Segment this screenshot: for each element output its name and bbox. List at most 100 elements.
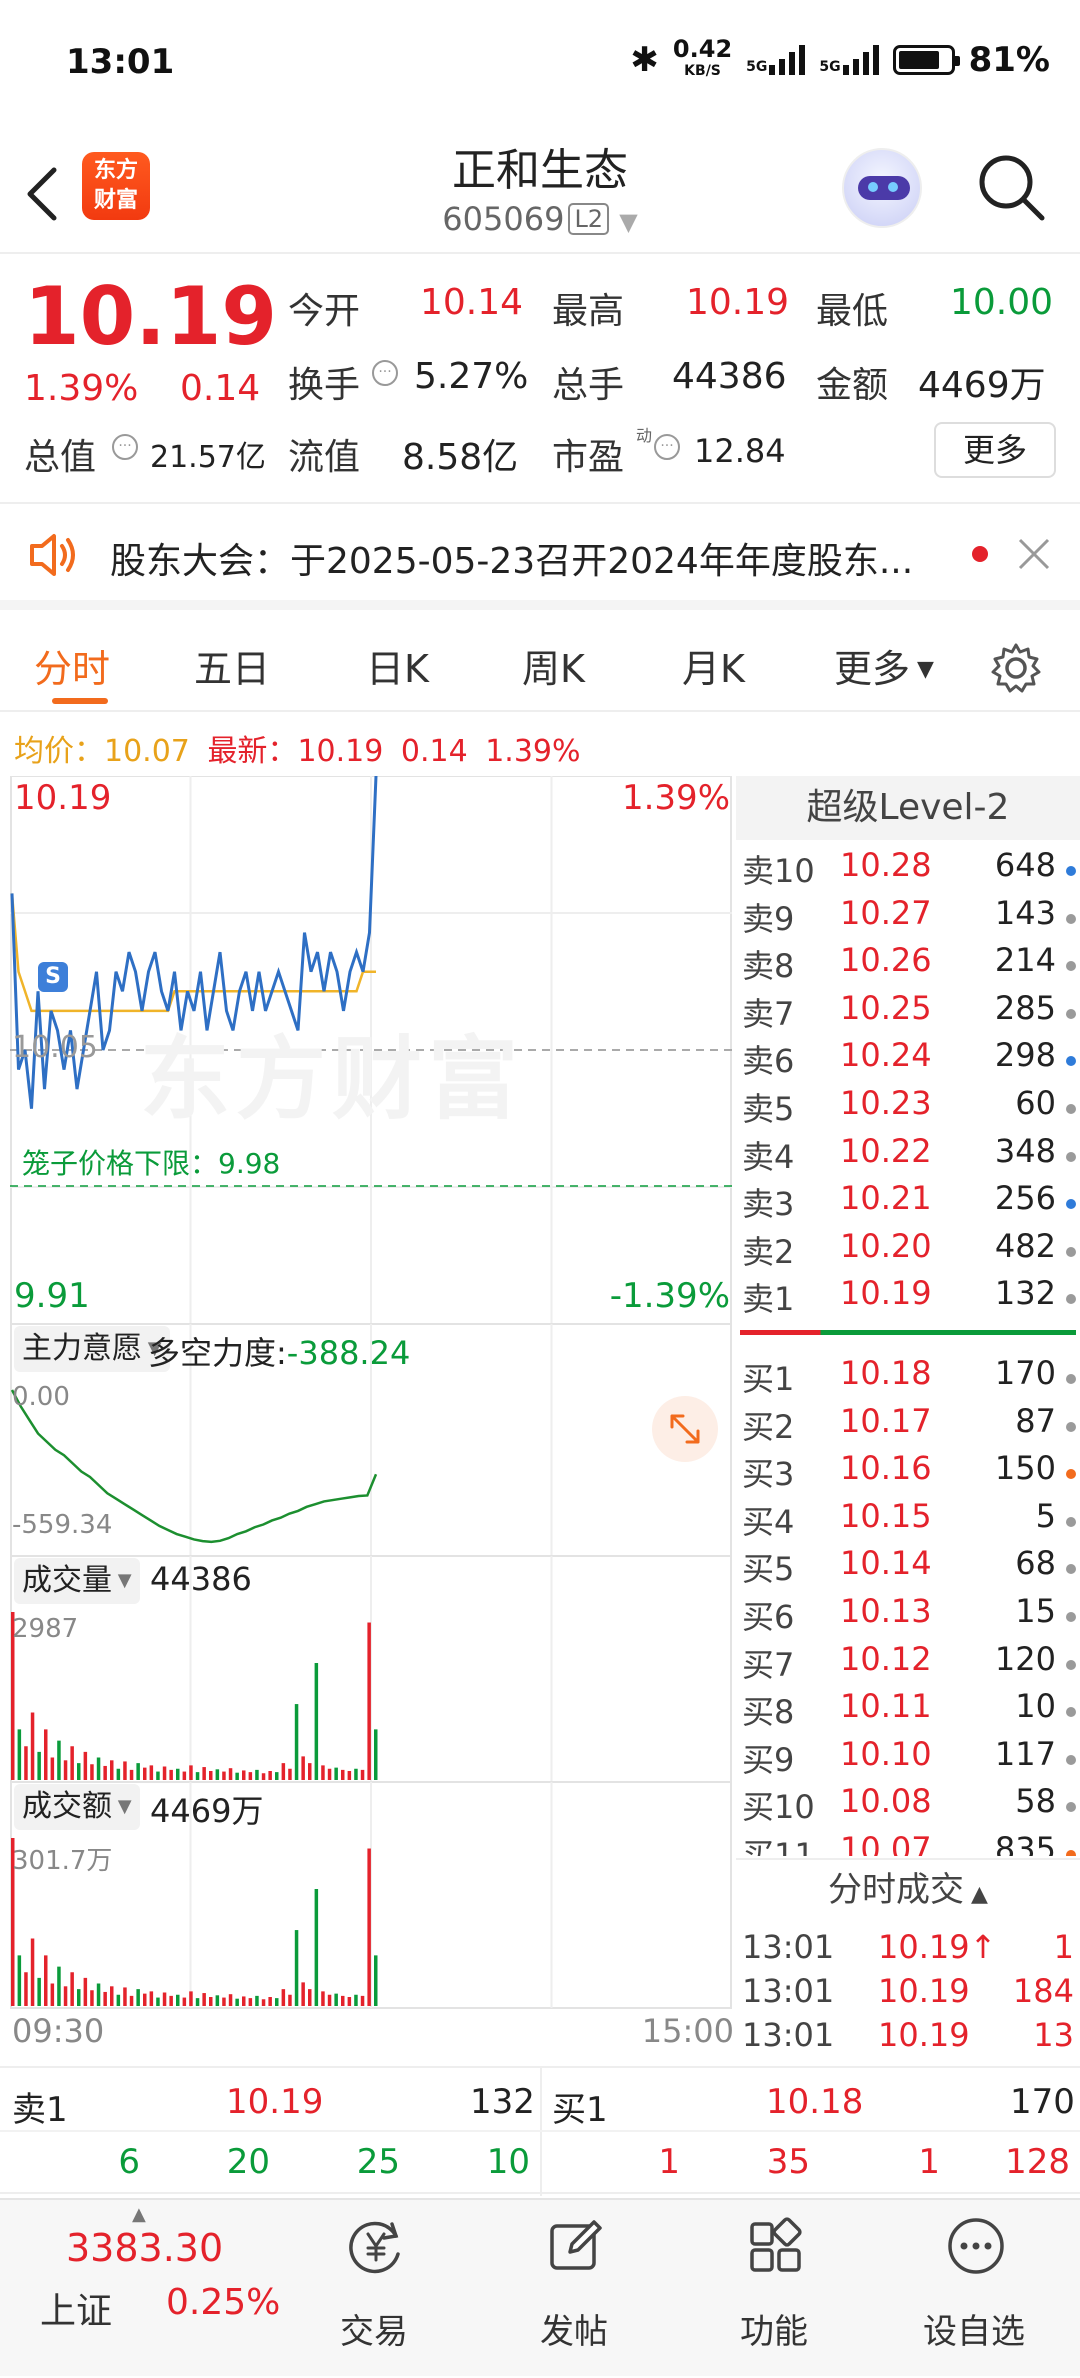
amount-bar (367, 1848, 371, 2006)
tab-more[interactable]: 更多 ▼ (834, 638, 934, 693)
level-qty: 120 (994, 1639, 1056, 1678)
volume-bar (255, 1769, 259, 1780)
volume-bar (360, 1769, 365, 1780)
bid-row[interactable]: 买3 10.16 150 (736, 1449, 1080, 1497)
high-value: 10.19 (686, 282, 790, 323)
level-price: 10.10 (840, 1734, 932, 1773)
functions-grid-icon (750, 2217, 802, 2272)
sell-detail: 20 (226, 2142, 270, 2182)
level-qty: 117 (994, 1734, 1056, 1773)
tab-week-k[interactable]: 周K (522, 638, 585, 693)
bid-row[interactable]: 买6 10.13 15 (736, 1592, 1080, 1640)
trade-row: 13:01 10.19 13 (736, 2016, 1080, 2064)
status-time: 13:01 (66, 42, 175, 82)
info-dots-icon[interactable]: ··· (112, 434, 138, 460)
volume-bar (301, 1756, 305, 1780)
bid-row[interactable]: 买1 10.18 170 (736, 1354, 1080, 1402)
more-button[interactable]: 更多 (934, 422, 1056, 478)
bid-row[interactable]: 买10 10.08 58 (736, 1782, 1080, 1830)
info-dots-icon[interactable]: ··· (654, 434, 680, 460)
settings-gear-icon[interactable] (990, 642, 1042, 694)
volume-selector[interactable]: 成交量 ▼ (14, 1558, 140, 1604)
tab-intraday[interactable]: 分时 (34, 638, 110, 693)
buy1-label: 买1 (552, 2090, 608, 2130)
bid-row[interactable]: 买5 10.14 68 (736, 1544, 1080, 1592)
indicator-selector[interactable]: 主力意愿 ▼ (14, 1326, 170, 1372)
tab-day-k[interactable]: 日K (366, 638, 429, 693)
order-dot-icon (1066, 1850, 1076, 1856)
amount-bar (176, 1994, 180, 2006)
level-label: 买11 (742, 1836, 815, 1856)
status-icons: ✱ 0.42 KB/S 5G 5G 81% (630, 37, 1050, 80)
chart-bottom-price: 9.91 (14, 1276, 90, 1316)
more-dots-icon (948, 2218, 1004, 2274)
sell1-qty: 132 (470, 2082, 535, 2122)
amount-bar (63, 1986, 68, 2006)
volume-bar (235, 1772, 239, 1780)
unread-dot (972, 546, 988, 562)
trade-qty: 184 (1012, 1972, 1074, 2010)
volume-readout: 44386 (150, 1560, 252, 1598)
tab-five-day[interactable]: 五日 (194, 638, 270, 693)
notice-bar[interactable]: 股东大会：于2025-05-23召开2024年年度股东... (0, 506, 1080, 610)
sell-detail: 6 (118, 2142, 140, 2182)
amount-selector[interactable]: 成交额 ▼ (14, 1784, 140, 1830)
float-cap-value: 8.58亿 (402, 437, 519, 478)
volume-max-label: 2987 (12, 1614, 79, 1644)
volume-bar (129, 1769, 134, 1780)
trade-qty: 13 (1033, 2016, 1074, 2054)
info-dots-icon[interactable]: ··· (372, 360, 398, 386)
level-price: 10.16 (840, 1449, 932, 1488)
amount-bar (195, 1998, 200, 2006)
amount-bar (129, 1995, 134, 2006)
level-price: 10.13 (840, 1592, 932, 1630)
amount-bar (360, 1995, 365, 2006)
quote-panel: 10.19 1.39% 0.14 今开 10.14 最高 10.19 最低 10… (0, 256, 1080, 504)
s-marker-icon[interactable]: S (38, 962, 68, 992)
volume-bar (24, 1746, 28, 1780)
bid-row[interactable]: 买11 10.07 835 (736, 1830, 1080, 1856)
amount-bar (90, 1990, 94, 2006)
amount-bar (261, 1999, 266, 2006)
amount-bar (288, 1994, 292, 2006)
volume-bar (195, 1772, 200, 1780)
amount-bar (321, 1991, 325, 2006)
sell-detail: 25 (356, 2142, 400, 2182)
post-edit-icon (550, 2220, 602, 2270)
amount-bar (314, 1889, 319, 2006)
level-price: 10.14 (840, 1544, 932, 1583)
stock-code-selector[interactable]: 605069 L2 ▼ (0, 200, 1080, 238)
volume-bar (288, 1768, 292, 1780)
amount-bar (374, 1955, 378, 2006)
bid-row[interactable]: 买2 10.17 87 (736, 1402, 1080, 1450)
index-ticker[interactable]: ▲ 3383.30 上证 0.25% (0, 2200, 280, 2378)
average-price-line: 均价：10.07 最新：10.19 0.14 1.39% (14, 734, 581, 769)
volume-bar (367, 1622, 371, 1780)
signal-icon-2: 5G (819, 45, 879, 75)
volume-bar (143, 1767, 147, 1780)
trade-row: 13:01 10.19↑ 1 (736, 1928, 1080, 1976)
amount-bar (215, 1995, 220, 2006)
bid-row[interactable]: 买4 10.15 5 (736, 1497, 1080, 1545)
chart-canvas[interactable] (10, 776, 734, 2062)
bid-row[interactable]: 买9 10.10 117 (736, 1735, 1080, 1783)
volume-bar (215, 1769, 220, 1780)
bid-row[interactable]: 买8 10.11 10 (736, 1687, 1080, 1735)
indicator-bottom-value: -559.34 (12, 1510, 113, 1540)
trade-time: 13:01 (742, 2016, 835, 2054)
intraday-chart[interactable]: 10.19 1.39% 10.05 东方财富 笼子价格下限：9.98 9.91 … (10, 776, 734, 2062)
level-qty: 87 (1015, 1401, 1056, 1440)
search-icon[interactable] (976, 152, 1048, 224)
trades-title[interactable]: 分时成交 ▲ (736, 1858, 1080, 1918)
amount-bar (77, 1989, 81, 2006)
bid-row[interactable]: 买7 10.12 120 (736, 1640, 1080, 1688)
expand-icon[interactable] (652, 1396, 718, 1462)
trade-price: 10.19↑ (878, 1928, 997, 1966)
tab-month-k[interactable]: 月K (682, 638, 745, 693)
level-qty: 15 (1015, 1592, 1056, 1630)
amount-bar (123, 1987, 127, 2006)
chart-tabs: 分时 五日 日K 周K 月K 更多 ▼ (0, 620, 1080, 712)
level-label: 买8 (742, 1693, 795, 1732)
robot-assistant-icon[interactable] (842, 148, 922, 228)
close-icon[interactable] (1016, 536, 1052, 572)
